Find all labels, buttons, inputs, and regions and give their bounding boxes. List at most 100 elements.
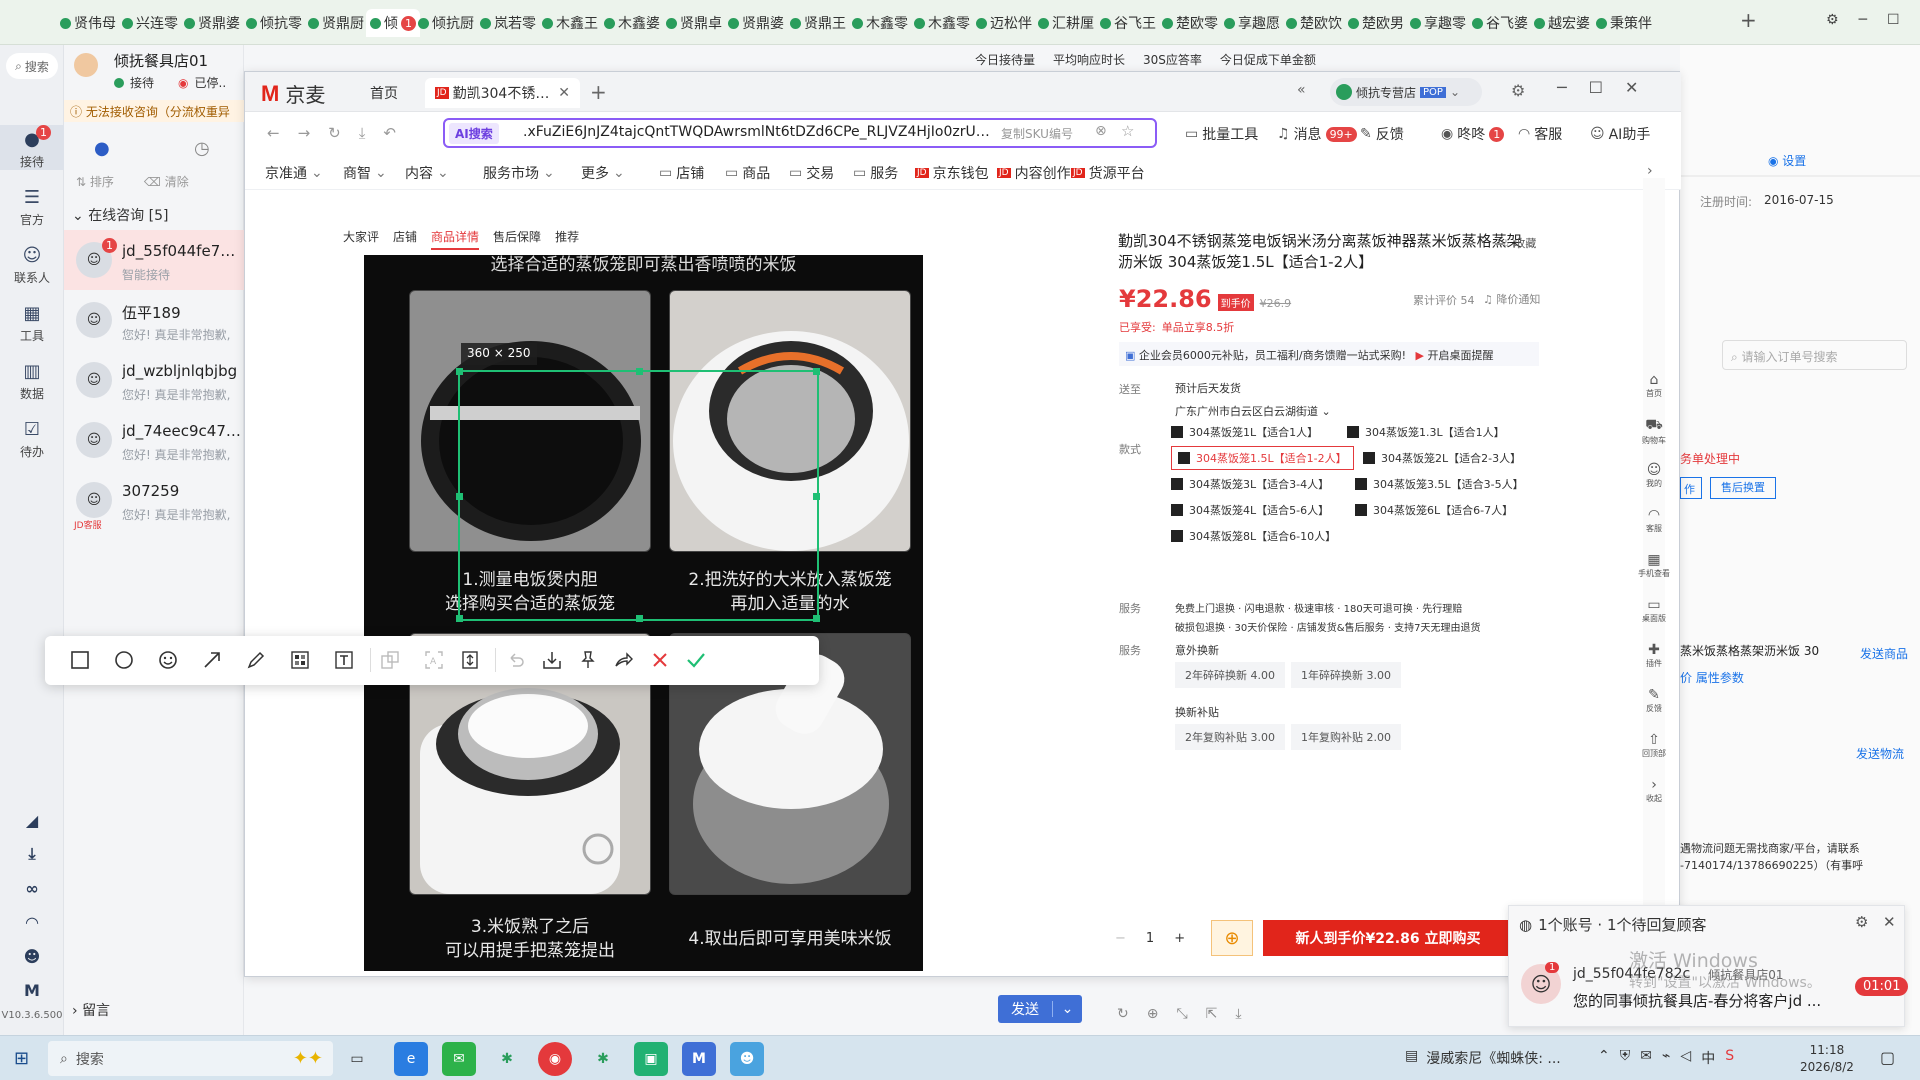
media-item[interactable]: ▤ 漫威索尼《蜘蛛侠: ... <box>1405 1048 1561 1068</box>
menu-link-2[interactable]: ▭ 交易 <box>789 163 834 183</box>
menu-link-5[interactable]: JD 内容创作 <box>997 163 1071 183</box>
side-tool[interactable]: ☺ 我的 <box>1637 462 1671 489</box>
enterprise-banner[interactable]: ▣ 企业会员6000元补贴，员工福利/商务馈赠一站式采购! ▶ 开启桌面提醒 <box>1119 342 1539 366</box>
product-tab[interactable]: 大家评 <box>343 228 379 250</box>
nav-item-person[interactable]: ☺ 联系人 <box>0 241 64 286</box>
spec-option[interactable]: 304蒸饭笼8L【适合6-10人】 <box>1171 524 1336 548</box>
attr-params-link[interactable]: 价 属性参数 <box>1680 669 1744 686</box>
screenshot-selection[interactable] <box>456 368 820 622</box>
browser-tab[interactable]: 木鑫婆 <box>600 9 664 37</box>
conversation-item[interactable]: ☺ jd_wzbljnlqbjbg 您好! 真是非常抱歉, <box>64 350 244 410</box>
jingmai-icon[interactable]: M <box>682 1042 716 1076</box>
robot-icon[interactable]: ☻ <box>0 943 64 969</box>
chip-1yr-subsidy[interactable]: 1年复购补贴 2.00 <box>1291 724 1401 750</box>
spec-option[interactable]: 304蒸饭笼1.5L【适合1-2人】 <box>1171 446 1354 470</box>
nav-item-chart[interactable]: ▥ 数据 <box>0 357 64 402</box>
clock[interactable]: 11:18 2026/8/2 <box>1800 1042 1854 1076</box>
search-box[interactable]: ⌕ 搜索 <box>6 53 58 79</box>
toolbar-headset[interactable]: ◠ 客服 <box>1518 124 1562 144</box>
resize-handle[interactable] <box>456 493 463 500</box>
quantity-stepper[interactable]: − 1 + <box>1115 925 1205 951</box>
edge-icon[interactable]: e <box>394 1042 428 1076</box>
clear-button[interactable]: ⌫ 清除 <box>144 173 189 190</box>
cancel-icon[interactable] <box>649 649 671 671</box>
toolbar-ai[interactable]: ☺ AI助手 <box>1590 124 1650 144</box>
side-tool[interactable]: › 收起 <box>1637 777 1671 804</box>
app-chat-icon[interactable]: ▣ <box>634 1042 668 1076</box>
megaphone-icon[interactable]: ◢ <box>0 807 64 833</box>
translate-tool-icon[interactable] <box>379 649 401 671</box>
tab-home[interactable]: 首页 <box>360 78 408 108</box>
nav-item-todo[interactable]: ☑ 待办 <box>0 415 64 460</box>
task-view-icon[interactable]: ▭ <box>340 1042 374 1076</box>
toolbar-chat[interactable]: ◉ 咚咚 1 <box>1441 124 1505 144</box>
chevron-down-icon[interactable]: ⌄ <box>1052 1001 1082 1017</box>
url-input[interactable]: AI搜索 .xFuZiE6JnJZ4tajcQntTWQDAwrsmlNt6tD… <box>443 118 1157 148</box>
menu-0[interactable]: 京准通 ⌄ <box>265 163 323 183</box>
back-icon[interactable]: ← <box>267 124 280 142</box>
conversation-item[interactable]: ☺ 伍平189 您好! 真是非常抱歉, <box>64 290 244 350</box>
text-tool-icon[interactable] <box>333 649 355 671</box>
store-switcher[interactable]: 倾抗专营店 POP ⌄ <box>1330 78 1482 106</box>
browser-tab[interactable]: 木鑫零 <box>910 9 974 37</box>
save-icon[interactable] <box>541 649 563 671</box>
wechat-icon[interactable]: ✉ <box>442 1042 476 1076</box>
app-green2-icon[interactable]: ✱ <box>586 1042 620 1076</box>
nav-item-message[interactable]: ☰ 官方 <box>0 183 64 228</box>
chevron-up-icon[interactable]: ⌃ <box>1598 1048 1610 1068</box>
spec-option[interactable]: 304蒸饭笼1.3L【适合1人】 <box>1347 420 1505 444</box>
menu-link-3[interactable]: ▭ 服务 <box>853 163 898 183</box>
browser-tab[interactable]: 倾1 <box>366 9 420 37</box>
pen-tool-icon[interactable] <box>245 649 267 671</box>
long-screenshot-icon[interactable] <box>459 649 481 671</box>
browser-tab[interactable]: 贤伟母 <box>56 9 120 37</box>
clear-icon[interactable]: ⊗ <box>1095 123 1107 139</box>
chip-2yr-subsidy[interactable]: 2年复购补贴 3.00 <box>1175 724 1285 750</box>
browser-tab[interactable]: 兴连零 <box>118 9 182 37</box>
reply-notification[interactable]: ◍ 1个账号 · 1个待回复顾客 ⚙ ✕ ☺ 1 jd_55f044fe782c… <box>1508 905 1909 1027</box>
nav-item-chat[interactable]: ● 接待 1 <box>0 125 64 170</box>
add-icon[interactable]: ⊕ <box>1147 1006 1159 1022</box>
sort-button[interactable]: ⇅ 排序 <box>76 173 114 190</box>
settings-link[interactable]: ◉ 设置 <box>1768 152 1806 169</box>
s-icon[interactable]: S <box>1725 1048 1734 1068</box>
new-tab-button[interactable]: + <box>1740 8 1757 32</box>
resize-handle[interactable] <box>813 615 820 622</box>
plus-icon[interactable]: + <box>1174 931 1185 946</box>
toolbar-tool[interactable]: ▭ 批量工具 <box>1185 124 1258 144</box>
side-tool[interactable]: ✚ 插件 <box>1637 642 1671 669</box>
menu-2[interactable]: 内容 ⌄ <box>405 163 449 183</box>
browser-tab[interactable]: 木鑫零 <box>848 9 912 37</box>
menu-link-1[interactable]: ▭ 商品 <box>725 163 770 183</box>
star-icon[interactable]: ☆ <box>1121 122 1134 140</box>
app-green-icon[interactable]: ✱ <box>490 1042 524 1076</box>
status-reception[interactable]: 接待 <box>130 74 154 91</box>
arrow-tool-icon[interactable] <box>201 649 223 671</box>
menu-link-6[interactable]: JD 货源平台 <box>1071 163 1145 183</box>
browser-tab[interactable]: 越宏婆 <box>1530 9 1594 37</box>
online-consult-header[interactable]: ⌄ 在线咨询 [5] <box>72 205 168 225</box>
ship-address-select[interactable]: 广东广州市白云区白云湖街道 ⌄ <box>1175 403 1331 419</box>
status-busy[interactable]: 已停.. <box>195 74 227 91</box>
notification-center-icon[interactable]: ▢ <box>1880 1048 1895 1067</box>
gear-icon[interactable]: ⚙ <box>1855 913 1868 931</box>
browser-tab[interactable]: 贤鼎婆 <box>724 9 788 37</box>
headset-icon[interactable]: ◠ <box>0 909 64 935</box>
undo-icon[interactable] <box>505 649 527 671</box>
browser-tab[interactable]: 贤鼎卓 <box>662 9 726 37</box>
menu-1[interactable]: 商智 ⌄ <box>343 163 387 183</box>
minimize-icon[interactable]: ─ <box>1859 12 1867 28</box>
history-icon[interactable]: ◷ <box>194 138 210 159</box>
send-product-button[interactable]: 发送商品 <box>1860 645 1908 662</box>
pin-icon[interactable] <box>577 649 599 671</box>
chat-bubble-icon[interactable]: ● <box>94 138 110 159</box>
spec-option[interactable]: 304蒸饭笼2L【适合2-3人】 <box>1363 446 1521 470</box>
browser-tab[interactable]: 享趣愿 <box>1220 9 1284 37</box>
browser-tab[interactable]: 岚若零 <box>476 9 540 37</box>
toolbar-bell[interactable]: ♫ 消息 99+ <box>1277 124 1357 144</box>
ime-indicator[interactable]: 中 <box>1701 1048 1715 1068</box>
browser-tab[interactable]: 谷飞婆 <box>1468 9 1532 37</box>
product-tab[interactable]: 商品详情 <box>431 228 480 250</box>
close-icon[interactable]: ✕ <box>1883 913 1896 931</box>
browser-tab[interactable]: 秉策伴 <box>1592 9 1656 37</box>
